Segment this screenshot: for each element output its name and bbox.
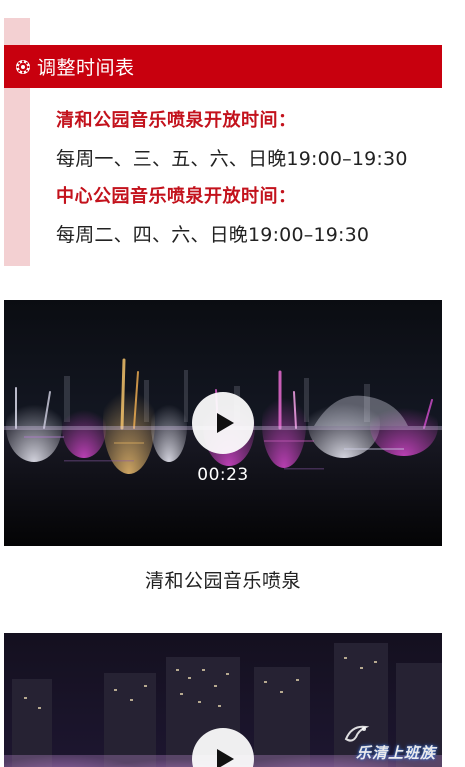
gear-icon bbox=[16, 59, 30, 74]
venue-title-qinghe: 清和公园音乐喷泉开放时间： bbox=[56, 110, 297, 131]
watermark-text: 乐清上班族 bbox=[355, 744, 436, 762]
schedule-title: 调整时间表 bbox=[37, 57, 135, 79]
video-player-qinghe[interactable]: 00:23 bbox=[4, 300, 442, 546]
play-icon bbox=[217, 749, 234, 767]
schedule-body: 清和公园音乐喷泉开放时间： 每周一、三、五、六、日晚19:00–19:30 中心… bbox=[56, 104, 436, 256]
venue-title-zhongxin: 中心公园音乐喷泉开放时间： bbox=[56, 186, 297, 207]
venue-hours-zhongxin: 每周二、四、六、日晚19:00–19:30 bbox=[56, 224, 370, 246]
venue-hours-qinghe: 每周一、三、五、六、日晚19:00–19:30 bbox=[56, 148, 408, 170]
video-duration: 00:23 bbox=[197, 465, 249, 485]
play-icon bbox=[217, 413, 234, 433]
watermark: 乐清上班族 bbox=[342, 723, 438, 763]
play-button[interactable] bbox=[192, 392, 254, 454]
video-caption: 清和公园音乐喷泉 bbox=[144, 570, 301, 592]
schedule-card: 调整时间表 清和公园音乐喷泉开放时间： 每周一、三、五、六、日晚19:00–19… bbox=[4, 18, 442, 266]
schedule-header: 调整时间表 bbox=[4, 45, 442, 88]
video-player-second[interactable]: 乐清上班族 bbox=[4, 633, 442, 767]
